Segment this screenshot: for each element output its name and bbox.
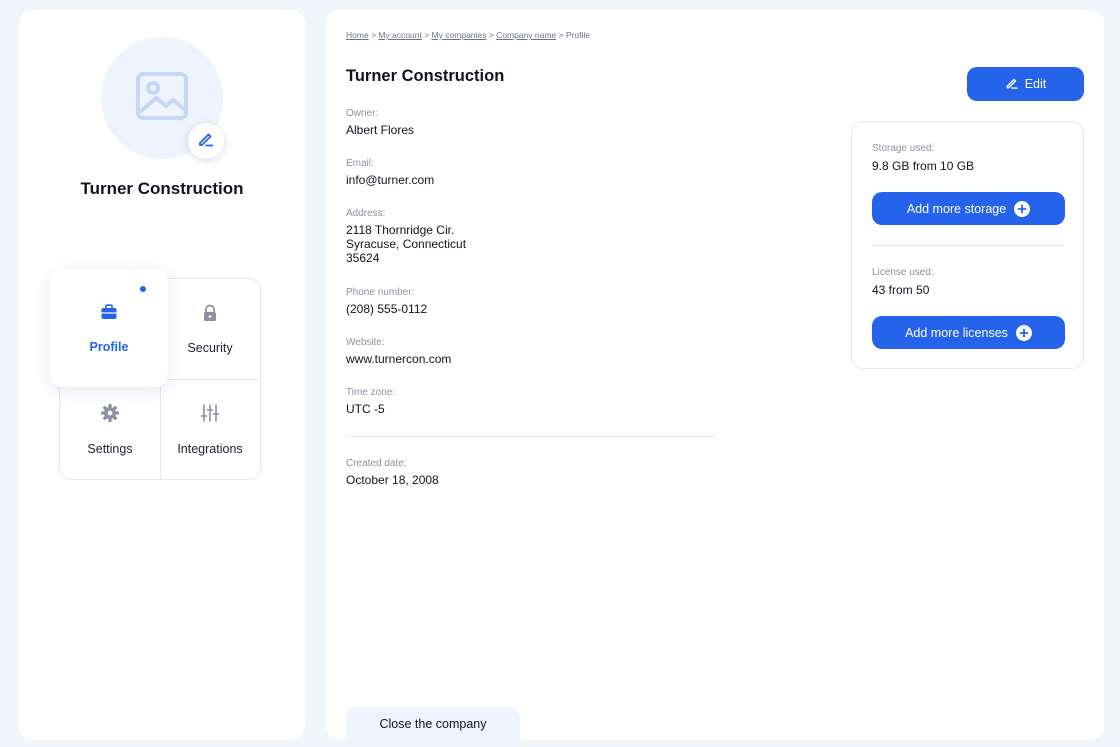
sidebar-company-name: Turner Construction [80,179,244,198]
breadcrumb-my-account[interactable]: My account [378,30,421,40]
active-indicator-dot [140,286,146,292]
pencil-icon [1005,76,1019,93]
breadcrumb-current: Profile [565,30,590,40]
close-company-button[interactable]: Close the company [346,707,520,747]
nav-tile-profile[interactable]: Profile [50,269,168,387]
nav-label: Profile [89,339,129,354]
email-field: Email: info@turner.com [346,158,434,187]
breadcrumb-my-companies[interactable]: My companies [432,30,487,40]
breadcrumb: Home > My account > My companies > Compa… [346,30,590,40]
owner-label: Owner: [346,108,379,119]
nav-tile-security[interactable]: Security [160,279,260,379]
edit-button[interactable]: Edit [967,67,1084,101]
add-licenses-button[interactable]: Add more licenses [872,316,1065,349]
add-licenses-label: Add more licenses [905,325,1008,340]
phone-field: Phone number: (208) 555-0112 [346,287,427,316]
breadcrumb-separator: > [424,30,430,40]
nav-label: Integrations [177,441,243,456]
briefcase-icon [100,303,118,326]
website-value: www.turnercon.com [346,352,452,366]
website-field: Website: www.turnercon.com [346,337,451,366]
nav-grid: Profile Security Settings Integrations [50,269,261,480]
storage-label: Storage used: [872,143,935,154]
edit-button-label: Edit [1024,77,1047,91]
timezone-field: Time zone: UTC -5 [346,387,395,416]
usage-card: Storage used: 9.8 GB from 10 GB Add more… [851,121,1084,369]
breadcrumb-separator: > [488,30,494,40]
nav-label: Settings [87,441,133,456]
gear-icon [100,403,120,428]
usage-divider [872,245,1065,246]
pencil-icon [197,130,215,153]
created-date-label: Created date: [346,458,407,469]
email-value: info@turner.com [346,173,435,187]
page-title: Turner Construction [346,67,505,85]
section-divider [346,436,715,437]
breadcrumb-home[interactable]: Home [346,30,369,40]
created-date-field: Created date: October 18, 2008 [346,458,439,487]
avatar-edit-button[interactable] [188,123,224,159]
phone-value: (208) 555-0112 [346,302,428,316]
breadcrumb-separator: > [371,30,377,40]
sliders-icon [200,403,220,428]
lock-icon [201,304,219,327]
license-label: License used: [872,267,934,278]
plus-icon [1014,200,1031,217]
nav-label: Security [187,340,233,355]
website-label: Website: [346,337,385,348]
phone-label: Phone number: [346,287,415,298]
owner-value: Albert Flores [346,123,415,137]
address-field: Address: 2118 Thornridge Cir. Syracuse, … [346,208,466,265]
image-placeholder-icon [135,69,189,128]
created-date-value: October 18, 2008 [346,473,439,487]
address-label: Address: [346,208,386,219]
storage-value: 9.8 GB from 10 GB [872,159,975,173]
email-label: Email: [346,158,374,169]
license-value: 43 from 50 [872,283,930,297]
breadcrumb-company-name[interactable]: Company name [496,30,556,40]
plus-icon [1015,324,1032,341]
timezone-value: UTC -5 [346,402,385,416]
timezone-label: Time zone: [346,387,396,398]
sidebar: Turner Construction Profile Security Set… [19,10,305,740]
breadcrumb-separator: > [558,30,564,40]
add-storage-label: Add more storage [906,201,1007,216]
owner-field: Owner: Albert Flores [346,108,414,137]
nav-tile-settings[interactable]: Settings [60,379,160,479]
nav-tile-integrations[interactable]: Integrations [160,379,260,479]
add-storage-button[interactable]: Add more storage [872,192,1065,225]
main-panel: Home > My account > My companies > Compa… [326,10,1104,747]
address-value: 2118 Thornridge Cir. Syracuse, Connectic… [346,223,467,265]
